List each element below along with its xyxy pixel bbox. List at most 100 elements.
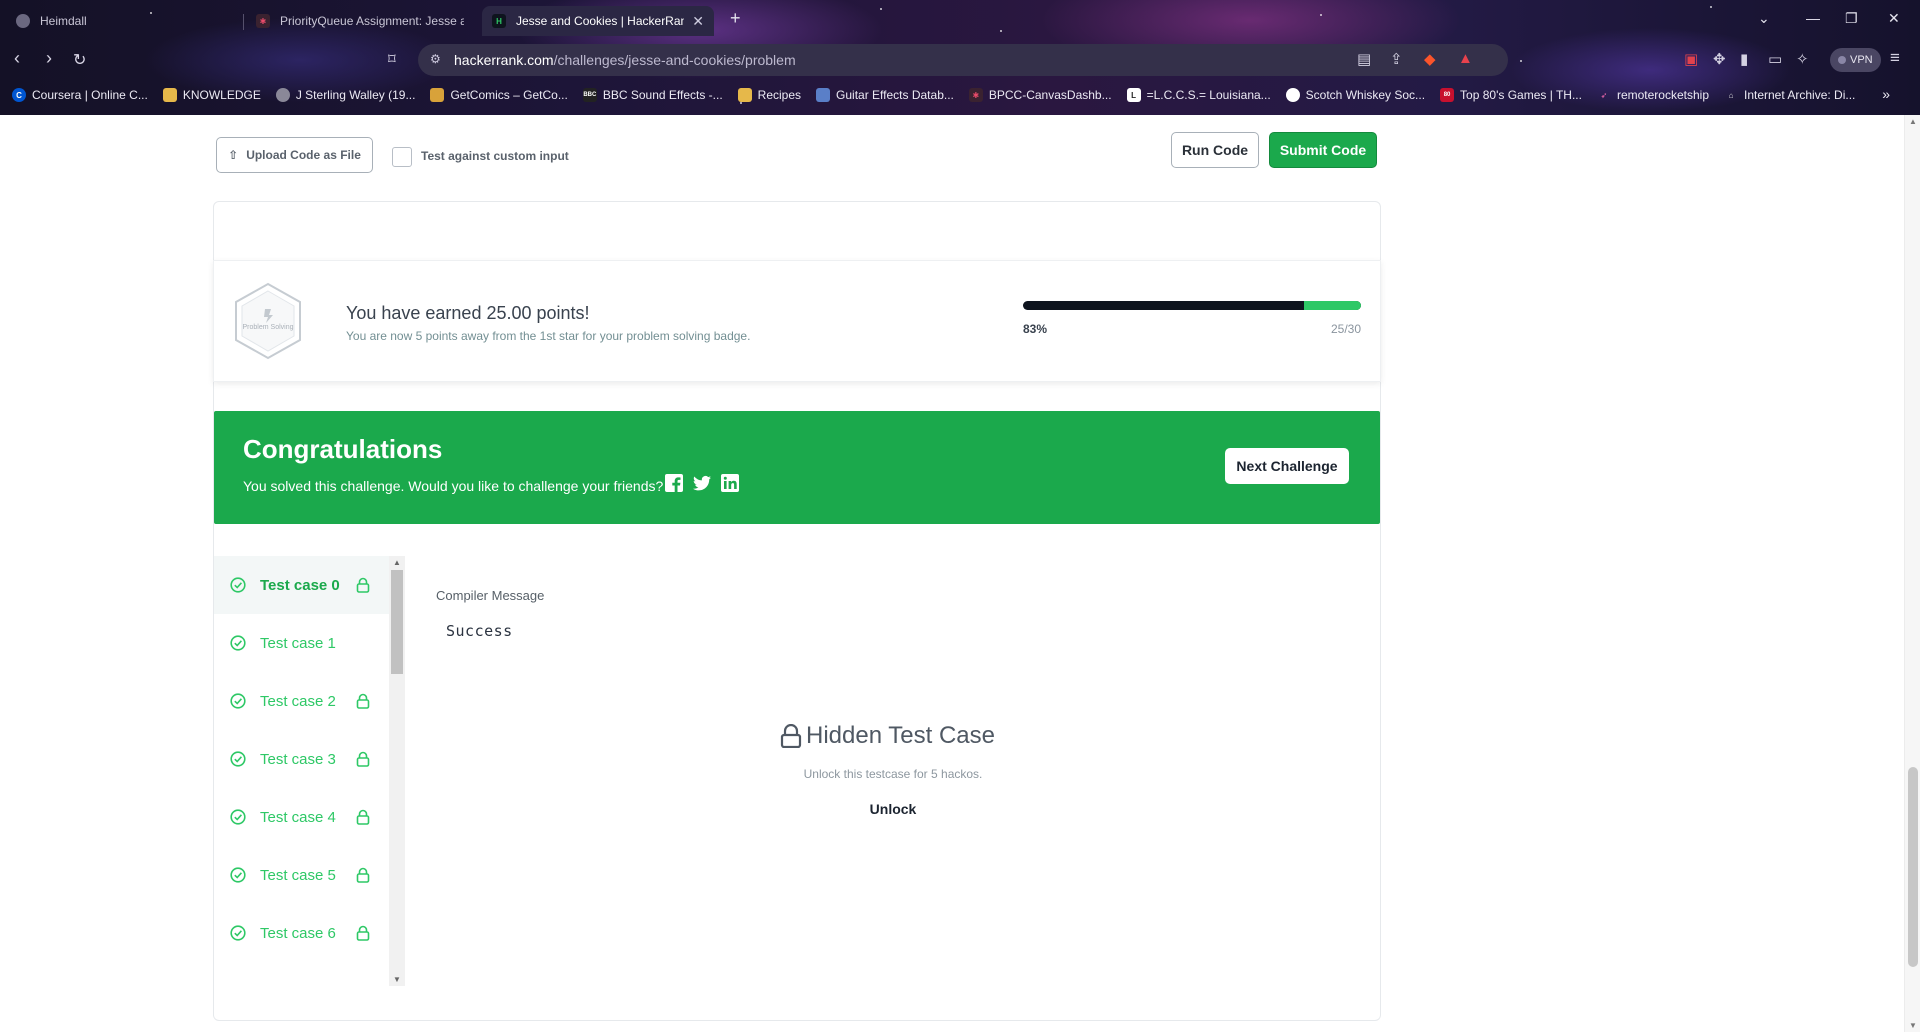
forward-icon[interactable]: › [46,48,52,69]
test-case-item[interactable]: Test case 6 [214,904,389,962]
vpn-button[interactable]: VPN [1830,48,1881,72]
tab-separator [243,14,244,30]
bookmark-label: Internet Archive: Di... [1744,88,1856,102]
site-info-icon[interactable]: ⚙ [430,52,441,66]
lock-icon [780,724,802,748]
address-bar[interactable]: ⚙ hackerrank.com/challenges/jesse-and-co… [418,44,1508,76]
extension-icon[interactable]: ▣ [1684,50,1698,68]
tab-strip: Heimdall ✱ PriorityQueue Assignment: Jes… [0,0,1920,40]
page-scrollbar[interactable]: ▲ ▼ [1904,115,1920,1032]
points-title: You have earned 25.00 points! [346,303,590,323]
run-code-button[interactable]: Run Code [1171,132,1259,168]
tab-priorityqueue[interactable]: ✱ PriorityQueue Assignment: Jesse an [246,6,474,36]
bookmark-item[interactable]: J Sterling Walley (19... [275,88,415,102]
scroll-down-icon[interactable]: ▼ [393,975,401,984]
bookmark-item[interactable]: KNOWLEDGE [162,88,261,102]
upload-code-button[interactable]: ⇧ Upload Code as File [216,137,373,173]
badge-hexagon-icon [235,282,301,360]
bookmark-label: =L.C.C.S.= Louisiana... [1146,88,1271,102]
test-case-label: Test case 3 [260,750,336,768]
scroll-up-icon[interactable]: ▲ [393,558,401,567]
progress-percent: 83% [1023,322,1048,336]
minimize-icon[interactable]: — [1806,10,1820,26]
twitter-icon[interactable] [692,473,712,493]
bookmark-item[interactable]: BBC BBC Sound Effects -... [582,88,723,102]
scroll-down-icon[interactable]: ▼ [1909,1021,1917,1030]
brave-shields-icon[interactable]: ◆ [1424,50,1436,68]
check-circle-icon [230,577,246,593]
tab-title: Jesse and Cookies | HackerRank [516,14,685,28]
browser-toolbar: ‹ › ↻ ⌑ ⚙ hackerrank.com/challenges/jess… [0,40,1920,80]
hidden-title-text: Hidden Test Case [806,722,995,749]
unlock-button[interactable]: Unlock [843,795,943,823]
congratulations-banner: Congratulations You solved this challeng… [214,411,1380,524]
new-tab-icon[interactable]: + [730,8,741,29]
lock-icon [356,867,370,883]
tab-hackerrank[interactable]: H Jesse and Cookies | HackerRank ✕ [482,6,714,36]
bookmark-label: BPCC-CanvasDashb... [988,88,1112,102]
test-case-item[interactable]: Test case 1 [214,614,389,672]
bookmark-item[interactable]: GetComics – GetCo... [430,88,568,102]
bookmark-label: remoterocketship [1616,88,1709,102]
folder-icon [162,88,177,102]
upload-icon: ⇧ [228,148,239,162]
share-icon[interactable]: ⇪ [1390,50,1403,68]
facebook-icon[interactable] [664,473,684,493]
archive-icon: ⌂ [1728,90,1734,100]
test-case-item[interactable]: Test case 0 [214,556,389,614]
bookmark-item[interactable]: Scotch Whiskey Soc... [1285,88,1425,102]
canvas-favicon-icon: ✱ [256,14,270,28]
scrollbar-thumb[interactable] [391,570,403,674]
test-case-item[interactable]: Test case 5 [214,846,389,904]
sidebar-icon[interactable]: ▮ [1740,50,1748,68]
bookmark-item[interactable]: Recipes [737,88,801,102]
heimdall-favicon-icon [16,14,30,28]
url-path: /challenges/jesse-and-cookies/problem [553,52,796,68]
close-tab-icon[interactable]: ✕ [692,13,704,30]
leo-ai-icon[interactable]: ✧ [1796,50,1809,68]
bookmark-item[interactable]: Guitar Effects Datab... [816,88,954,102]
canvas-icon: ✱ [968,88,983,102]
tab-heimdall[interactable]: Heimdall [6,6,242,36]
test-case-item[interactable]: Test case 3 [214,730,389,788]
reader-mode-icon[interactable]: ▤ [1357,50,1371,68]
more-bookmarks-icon[interactable]: » [1882,86,1890,102]
tab-title: PriorityQueue Assignment: Jesse an [280,14,464,28]
test-case-item[interactable]: Test case 4 [214,788,389,846]
close-window-icon[interactable]: ✕ [1888,10,1900,27]
test-case-item[interactable]: Test case 2 [214,672,389,730]
menu-icon[interactable]: ≡ [1890,48,1900,68]
tab-search-icon[interactable]: ⌄ [1758,10,1770,27]
test-case-label: Test case 5 [260,866,336,884]
bookmark-item[interactable]: 80 Top 80's Games | TH... [1440,88,1582,102]
test-case-scrollbar[interactable]: ▲ ▼ [389,556,405,986]
bookmark-item[interactable]: L =L.C.C.S.= Louisiana... [1126,88,1271,102]
scroll-up-icon[interactable]: ▲ [1909,117,1917,126]
check-circle-icon [230,751,246,767]
problem-solving-badge: Problem Solving [232,281,304,361]
custom-input-checkbox[interactable] [392,147,412,167]
congrats-text: You solved this challenge. Would you lik… [243,478,664,494]
congrats-title: Congratulations [243,434,443,464]
url-host: hackerrank.com [454,52,554,68]
site-icon [275,88,290,102]
next-challenge-button[interactable]: Next Challenge [1225,448,1349,484]
bookmark-label: KNOWLEDGE [182,88,261,102]
progress-count: 25/30 [1330,322,1361,336]
reload-icon[interactable]: ↻ [73,50,86,70]
submit-code-button[interactable]: Submit Code [1269,132,1377,168]
back-icon[interactable]: ‹ [14,48,20,69]
bookmark-item[interactable]: ✱ BPCC-CanvasDashb... [968,88,1112,102]
bookmark-icon[interactable]: ⌑ [388,50,396,68]
wallet-icon[interactable]: ▭ [1768,50,1782,68]
progress-bar-remainder [1303,301,1361,310]
bookmark-item[interactable]: ⌂ Internet Archive: Di... [1724,88,1856,102]
scrollbar-thumb[interactable] [1908,767,1918,967]
linkedin-icon[interactable] [720,473,740,493]
bookmark-item[interactable]: ➶ remoterocketship [1597,88,1709,102]
brave-rewards-icon[interactable]: ▲ [1458,50,1473,67]
restore-icon[interactable]: ❐ [1845,10,1858,27]
coursera-icon: C [12,88,26,102]
extensions-puzzle-icon[interactable]: ✥ [1713,50,1726,68]
bookmark-item[interactable]: C Coursera | Online C... [12,88,148,102]
